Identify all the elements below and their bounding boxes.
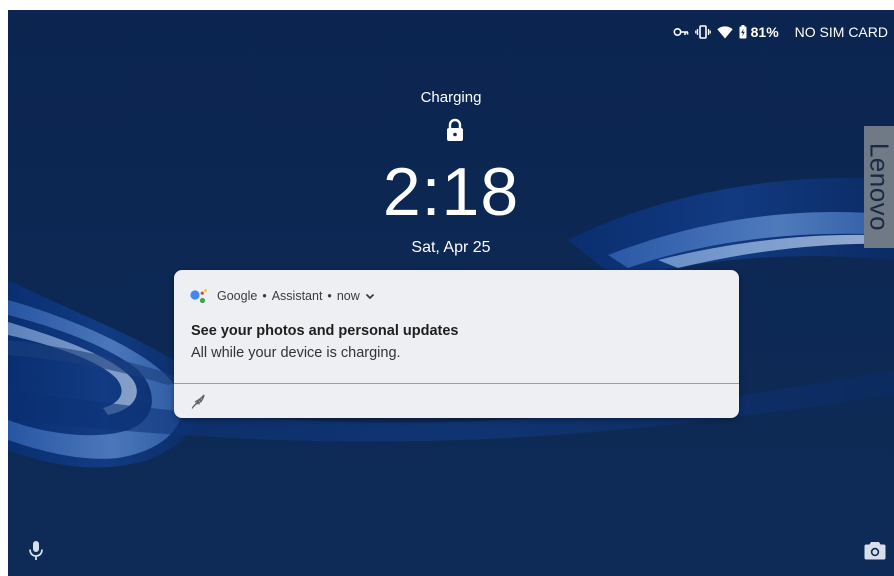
lock-icon — [447, 118, 463, 141]
status-bar: 81% NO SIM CARD — [673, 22, 888, 42]
camera-icon[interactable] — [864, 540, 886, 560]
vibrate-icon — [694, 25, 711, 39]
mic-icon[interactable] — [26, 540, 46, 562]
notification-header[interactable]: Google • Assistant • now — [190, 288, 375, 304]
assistant-notification[interactable]: Google • Assistant • now See your photos… — [174, 270, 739, 418]
chevron-down-icon[interactable] — [365, 293, 375, 300]
lock-date: Sat, Apr 25 — [411, 239, 491, 256]
battery-percentage: 81% — [750, 24, 779, 40]
sim-status: NO SIM CARD — [794, 24, 888, 40]
battery-charging-icon — [739, 25, 747, 39]
lock-clock: 2:18 — [382, 154, 520, 230]
snooze-feather-icon[interactable] — [190, 392, 208, 410]
notification-subtext: Assistant — [271, 289, 323, 303]
notification-divider — [174, 383, 739, 384]
notification-app-name: Google — [217, 289, 258, 303]
header-separator: • — [327, 289, 332, 303]
lock-screen: 81% NO SIM CARD Charging 2:18 Sat, Apr 2… — [8, 10, 894, 576]
brand-logo-text: Lenovo — [864, 142, 894, 232]
header-separator: • — [262, 289, 267, 303]
charging-label: Charging — [420, 89, 482, 106]
wifi-icon — [716, 25, 733, 38]
google-assistant-icon — [190, 289, 207, 304]
notification-time: now — [336, 289, 360, 303]
vpn-key-icon — [673, 27, 688, 37]
notification-title: See your photos and personal updates — [191, 323, 459, 339]
notification-body: All while your device is charging. — [191, 345, 401, 361]
brand-tab: Lenovo — [864, 126, 894, 248]
